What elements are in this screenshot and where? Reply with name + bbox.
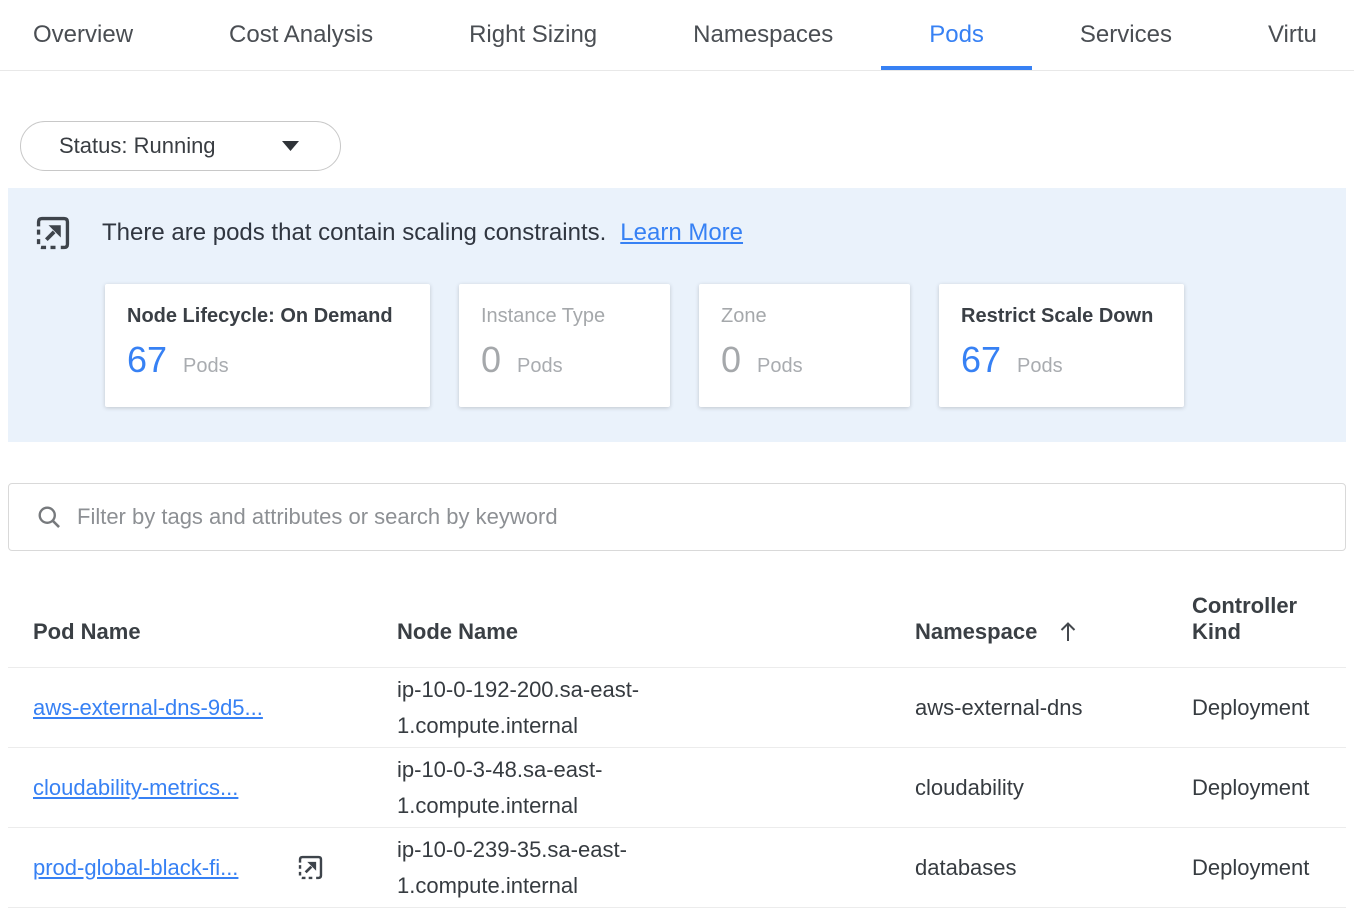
controller-kind-cell: Deployment [1192,850,1346,886]
controller-kind-cell: Deployment [1192,690,1346,726]
column-header-node-name[interactable]: Node Name [397,619,915,645]
node-name-cell: ip-10-0-3-48.sa-east-1.compute.internal [397,752,669,824]
card-unit: Pods [517,355,563,378]
pods-table: Pod Name Node Name Namespace Controller … [0,551,1354,908]
card-node-lifecycle[interactable]: Node Lifecycle: On Demand 67 Pods [105,284,430,407]
tab-cost-analysis[interactable]: Cost Analysis [181,0,421,70]
node-name-cell: ip-10-0-239-35.sa-east-1.compute.interna… [397,832,669,904]
constraint-cards: Node Lifecycle: On Demand 67 Pods Instan… [105,284,1346,407]
table-row: cloudability-metrics... ip-10-0-3-48.sa-… [8,748,1346,828]
card-instance-type[interactable]: Instance Type 0 Pods [459,284,670,407]
chevron-down-icon [282,141,299,151]
card-title: Zone [721,305,888,328]
table-header-row: Pod Name Node Name Namespace Controller … [8,551,1346,668]
column-header-namespace-label: Namespace [915,619,1037,645]
namespace-cell: databases [915,850,1085,886]
pod-name-link[interactable]: aws-external-dns-9d5... [33,695,263,721]
tab-bar: Overview Cost Analysis Right Sizing Name… [0,0,1354,71]
tab-pods[interactable]: Pods [881,0,1032,70]
card-restrict-scale-down[interactable]: Restrict Scale Down 67 Pods [939,284,1184,407]
scaling-constraints-banner: There are pods that contain scaling cons… [8,188,1346,442]
card-unit: Pods [757,355,803,378]
sort-ascending-icon[interactable] [1057,620,1079,644]
card-unit: Pods [183,355,229,378]
search-bar [8,483,1346,551]
card-count: 67 [961,339,1001,381]
card-title: Restrict Scale Down [961,305,1162,328]
column-header-controller-kind[interactable]: Controller Kind [1192,593,1346,645]
namespace-cell: cloudability [915,770,1085,806]
pod-name-link[interactable]: cloudability-metrics... [33,775,238,801]
card-title: Instance Type [481,305,648,328]
search-icon [36,504,63,531]
pod-name-link[interactable]: prod-global-black-fi... [33,855,238,881]
card-zone[interactable]: Zone 0 Pods [699,284,910,407]
card-count: 0 [481,339,501,381]
namespace-cell: aws-external-dns [915,690,1085,726]
search-input[interactable] [77,504,1325,530]
column-header-namespace[interactable]: Namespace [915,619,1192,645]
tab-virtual[interactable]: Virtu [1220,0,1354,70]
column-header-pod-name[interactable]: Pod Name [33,619,397,645]
status-filter-dropdown[interactable]: Status: Running [20,121,341,171]
status-filter-label: Status: Running [59,133,216,159]
scaling-constraint-icon [33,213,73,253]
card-unit: Pods [1017,355,1063,378]
card-title: Node Lifecycle: On Demand [127,305,408,328]
tab-namespaces[interactable]: Namespaces [645,0,881,70]
controller-kind-cell: Deployment [1192,770,1346,806]
table-row: aws-external-dns-9d5... ip-10-0-192-200.… [8,668,1346,748]
banner-message: There are pods that contain scaling cons… [102,219,606,247]
filter-row: Status: Running [20,121,1354,171]
learn-more-link[interactable]: Learn More [620,219,743,247]
card-count: 0 [721,339,741,381]
tab-services[interactable]: Services [1032,0,1220,70]
tab-right-sizing[interactable]: Right Sizing [421,0,645,70]
scaling-constraint-icon [296,853,325,882]
table-row: prod-global-black-fi... ip-10-0-239-35.s… [8,828,1346,908]
card-count: 67 [127,339,167,381]
tab-overview[interactable]: Overview [0,0,181,70]
node-name-cell: ip-10-0-192-200.sa-east-1.compute.intern… [397,672,669,744]
